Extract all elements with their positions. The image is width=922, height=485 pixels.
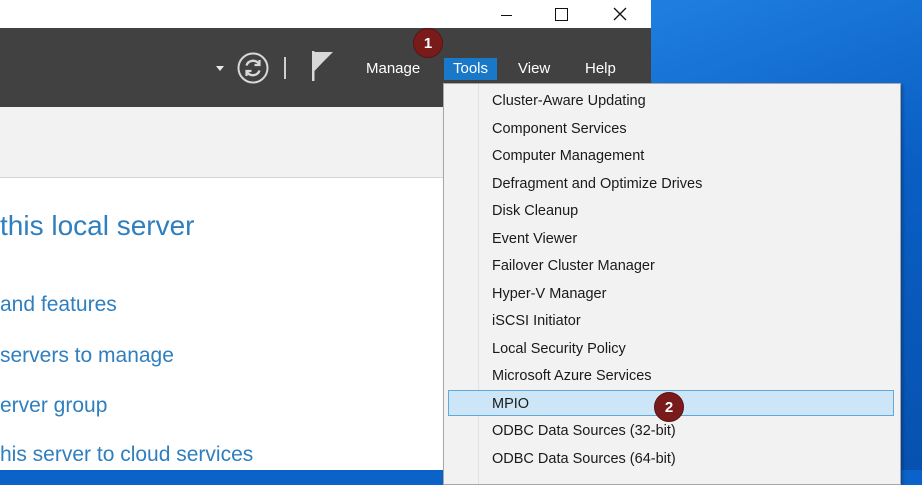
tools-dropdown-menu: Cluster-Aware Updating Component Service… [443,83,901,485]
menu-item-computer-management[interactable]: Computer Management [448,143,894,169]
refresh-icon[interactable] [237,52,269,84]
step-badge-2: 2 [654,392,684,422]
menu-item-label: ODBC Data Sources (32-bit) [492,423,676,439]
menu-manage[interactable]: Manage [361,58,425,80]
menu-item-odbc-32[interactable]: ODBC Data Sources (32-bit) [448,418,894,444]
create-server-group-link[interactable]: erver group [0,394,107,418]
step-badge-1: 1 [413,28,443,58]
menu-item-odbc-64[interactable]: ODBC Data Sources (64-bit) [448,446,894,472]
maximize-icon [554,7,568,21]
menu-item-label: Computer Management [492,148,645,164]
notifications-flag-icon[interactable] [310,49,336,83]
menu-item-label: MPIO [492,396,530,412]
menu-item-label: Hyper-V Manager [492,285,607,302]
menu-item-label: Event Viewer [492,230,578,247]
menu-item-label: Disk Cleanup [492,203,579,219]
menu-item-component-services[interactable]: Component Services [448,116,894,142]
maximize-button[interactable] [538,0,584,28]
title-bar [0,0,651,28]
menu-item-microsoft-azure-services[interactable]: Microsoft Azure Services [448,363,894,389]
chevron-down-icon[interactable] [216,66,224,71]
menu-item-iscsi-initiator[interactable]: iSCSI Initiator [448,308,894,334]
menu-view[interactable]: View [513,58,555,80]
menu-item-hyper-v-manager[interactable]: Hyper-V Manager [448,281,894,307]
menu-item-label: Microsoft Azure Services [492,368,652,384]
close-icon [613,7,627,21]
close-button[interactable] [597,0,643,28]
connect-cloud-services-link[interactable]: his server to cloud services [0,443,253,467]
menu-item-label: Local Security Policy [492,340,626,357]
menu-item-failover-cluster-manager[interactable]: Failover Cluster Manager [448,253,894,279]
menu-item-local-security-policy[interactable]: Local Security Policy [448,336,894,362]
menu-item-cluster-aware-updating[interactable]: Cluster-Aware Updating [448,88,894,114]
minimize-icon [500,14,512,16]
menu-item-label: Failover Cluster Manager [492,258,655,274]
menu-item-event-viewer[interactable]: Event Viewer [448,226,894,252]
add-servers-link[interactable]: servers to manage [0,344,174,368]
menu-item-label: Cluster-Aware Updating [492,93,646,109]
menu-item-label: Component Services [492,120,627,137]
minimize-button[interactable] [483,0,529,28]
welcome-heading: this local server [0,210,195,241]
menu-item-disk-cleanup[interactable]: Disk Cleanup [448,198,894,224]
menu-item-label: Defragment and Optimize Drives [492,175,703,192]
menu-item-label: ODBC Data Sources (64-bit) [492,450,676,467]
menu-tools[interactable]: Tools [444,58,498,80]
menu-item-defragment-drives[interactable]: Defragment and Optimize Drives [448,171,894,197]
menu-help[interactable]: Help [580,58,621,80]
menu-item-label: iSCSI Initiator [492,313,581,329]
toolbar-separator [284,57,286,79]
add-roles-link[interactable]: and features [0,293,117,317]
